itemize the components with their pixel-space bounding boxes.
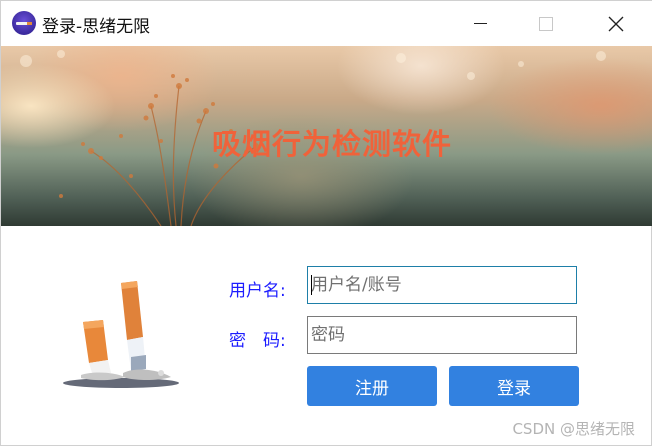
login-button[interactable]: 登录 [449,366,579,406]
register-button[interactable]: 注册 [307,366,437,406]
password-input[interactable] [307,316,577,354]
title-bar[interactable]: 登录-思绪无限 [1,1,652,46]
maximize-icon [539,16,553,31]
banner: 吸烟行为检测软件 [1,46,652,226]
banner-title: 吸烟行为检测软件 [211,127,452,161]
close-icon [608,16,624,31]
window-title: 登录-思绪无限 [42,17,151,37]
username-input[interactable] [307,266,577,304]
close-button[interactable] [593,1,639,46]
minimize-button[interactable] [457,1,503,46]
text-caret [311,275,312,295]
cigarette-butts-illustration [63,281,179,388]
password-label: 密 码: [229,331,286,351]
watermark: CSDN @思绪无限 [512,420,635,438]
username-label: 用户名: [229,281,286,301]
minimize-icon [473,23,487,24]
maximize-button[interactable] [523,1,569,46]
app-icon [12,11,36,35]
login-window: 登录-思绪无限 吸烟行为检测软件 用户名: 用户名/账号 密 码: 注册 登录 … [0,0,652,446]
